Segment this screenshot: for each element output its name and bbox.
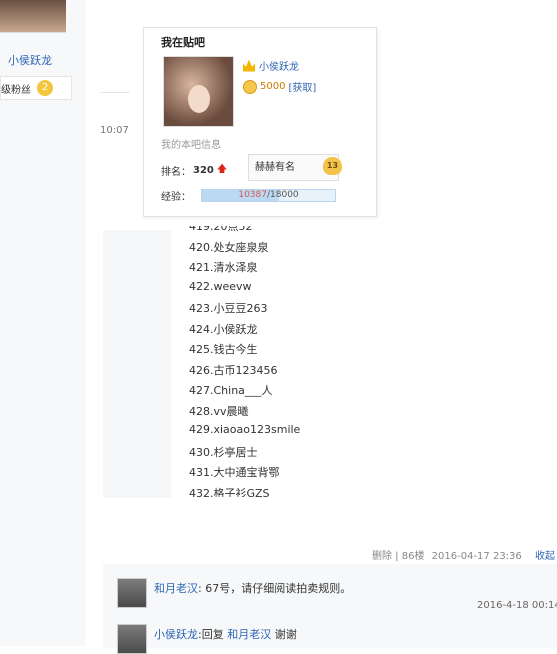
delete-link[interactable]: 删除 [372, 551, 392, 562]
comment-body: 谢谢 [274, 628, 297, 641]
comment-avatar[interactable] [117, 624, 147, 654]
list-item: 427.China___人 [189, 384, 273, 397]
heart-level-icon: 13 [323, 157, 342, 175]
list-item: 419.20点52 [189, 226, 253, 233]
post-date: 2016-04-17 23:36 [431, 551, 522, 562]
comment-avatar[interactable] [117, 578, 147, 608]
list-item: 426.古币123456 [189, 363, 278, 377]
card-user[interactable]: 小侯跃龙 [243, 58, 299, 73]
profile-card: 我在贴吧 小侯跃龙 5000 [获取] 我的本吧信息 排名： 320 🡅 赫赫有… [143, 27, 377, 217]
list-item: 421.清水泽泉 [189, 261, 258, 274]
user-name-link[interactable]: 小侯跃龙 [8, 52, 52, 68]
list-item: 428.vv晨曦 [189, 404, 249, 418]
experience-bar: 10387/18000 [201, 189, 336, 202]
reputation-label: 赫赫有名 [255, 162, 295, 173]
fan-level-badge[interactable]: 级粉丝 2 [0, 76, 72, 100]
floor-number: 86楼 [401, 551, 425, 562]
coin-amount: 5000 [260, 81, 286, 92]
collapse-link[interactable]: 收起 [535, 547, 555, 562]
post-time: 10:07 [100, 125, 129, 136]
my-bar-info-label: 我的本吧信息 [161, 140, 221, 151]
card-user-name: 小侯跃龙 [259, 62, 299, 73]
rank-value: 320 [193, 165, 214, 176]
card-title: 我在贴吧 [161, 36, 205, 49]
experience-row: 经验： 10387/18000 [161, 188, 336, 203]
list-item: 431.大中通宝背鄂 [189, 466, 280, 479]
coin-row: 5000 [获取] [243, 79, 316, 94]
list-item: 424.小侯跃龙 [189, 322, 258, 336]
list-item: 429.xiaoao123smile [189, 423, 301, 436]
reply-word: 回复 [201, 628, 224, 641]
comment-author[interactable]: 小侯跃龙 [154, 628, 198, 641]
rank-label: 排名： [161, 167, 191, 178]
left-user-column: 小侯跃龙 级粉丝 2 [0, 0, 86, 646]
fan-level-icon: 2 [37, 80, 53, 96]
comment-author[interactable]: 和月老汉 [154, 582, 198, 595]
comment-section: 和月老汉: 67号，请仔细阅读拍卖规则。 2016-4-18 00:14 小侯跃… [103, 564, 557, 654]
rank-row: 排名： 320 🡅 [161, 162, 227, 179]
crown-icon [243, 59, 255, 72]
experience-text: 10387/18000 [238, 190, 299, 200]
list-item: 430.杉亭居士 [189, 445, 258, 459]
up-arrow-icon: 🡅 [216, 164, 228, 175]
list-item: 425.钱古今生 [189, 343, 258, 356]
divider [100, 92, 130, 93]
experience-label: 经验： [161, 192, 191, 203]
list-item: 422.weevw [189, 279, 252, 293]
user-avatar[interactable] [0, 0, 66, 33]
get-coins-link[interactable]: [获取] [288, 79, 316, 94]
comment-row: 和月老汉: 67号，请仔细阅读拍卖规则。 [154, 582, 352, 595]
reputation-badge[interactable]: 赫赫有名 13 [248, 154, 342, 181]
comment-row: 小侯跃龙:回复 和月老汉 谢谢 [154, 628, 297, 641]
comment-body: 67号，请仔细阅读拍卖规则。 [205, 582, 352, 595]
post-left-panel [103, 230, 171, 498]
comment-time: 2016-4-18 00:14 [477, 600, 557, 611]
post-meta: 删除 | 86楼 2016-04-17 23:36 [372, 551, 522, 562]
coin-icon [243, 79, 257, 94]
list-item: 432.格子衫GZS [189, 486, 270, 498]
card-avatar[interactable] [163, 56, 234, 127]
list-item: 423.小豆豆263 [189, 302, 268, 315]
list-item: 420.处女座泉泉 [189, 240, 269, 254]
post-content-list: 419.20点52 420.处女座泉泉 421.清水泽泉 422.weevw 423.小… [189, 226, 389, 497]
reply-target[interactable]: 和月老汉 [227, 628, 271, 641]
fan-level-label: 级粉丝 [1, 84, 31, 96]
